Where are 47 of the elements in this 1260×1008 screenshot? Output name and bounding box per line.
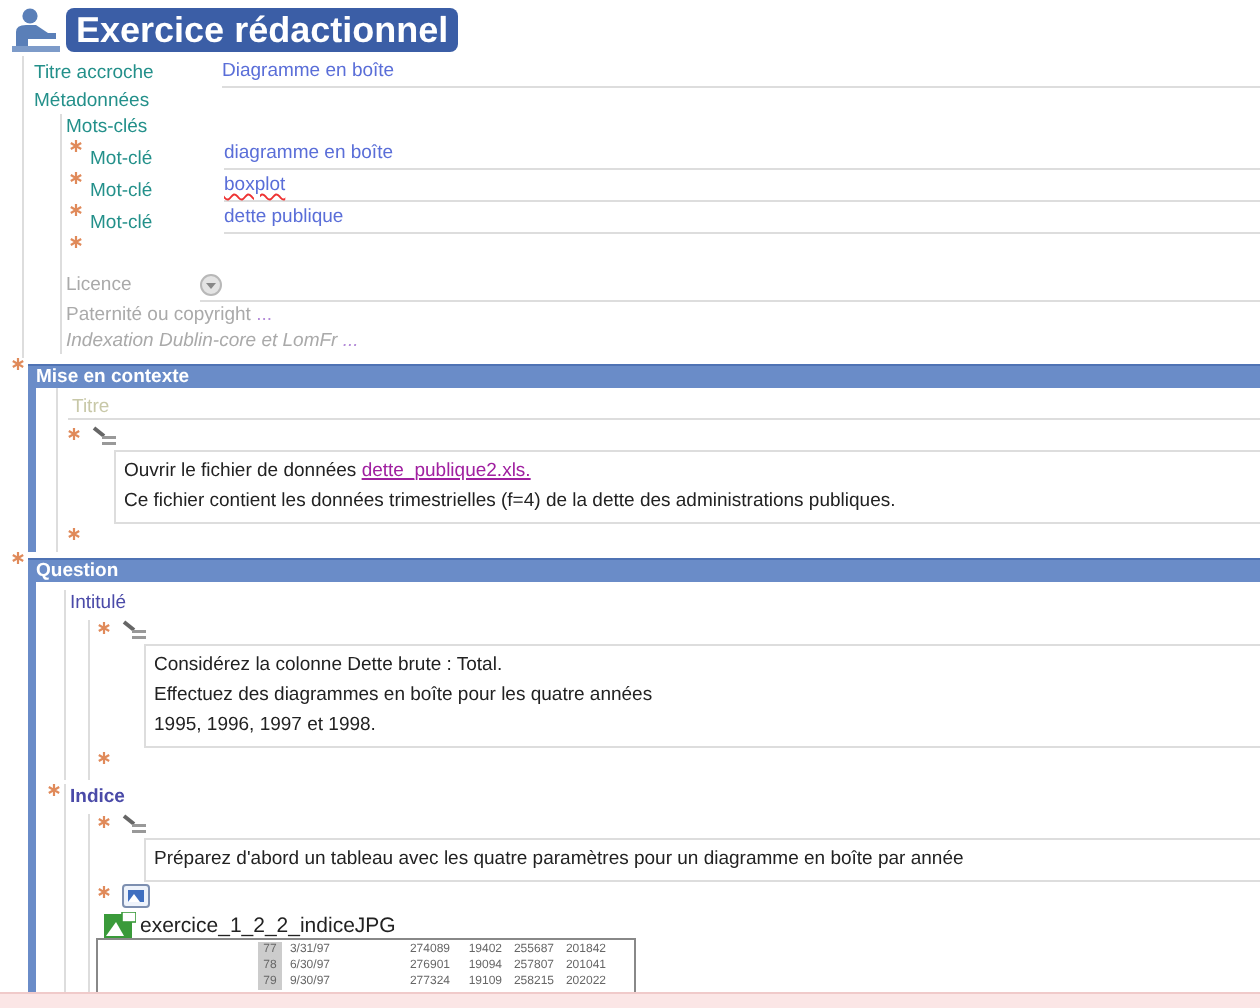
title-field[interactable]: Diagramme en boîte [222, 58, 1260, 88]
field-label: Titre accroche [34, 62, 156, 84]
paragraph: Considérez la colonne Dette brute : Total. [154, 652, 505, 680]
document-title: Exercice rédactionnel [66, 8, 459, 52]
person-at-desk-icon [8, 8, 60, 52]
asterisk-icon[interactable] [98, 886, 110, 898]
asterisk-icon[interactable] [68, 428, 80, 440]
paragraph: Préparez d'abord un tableau avec les quatre paramètres pour un diagramme en boîte par année [154, 846, 966, 874]
paragraph: Effectuez des diagrammes en boîte pour les quatre années [154, 682, 655, 710]
field-label: Licence [66, 274, 134, 296]
field-label: Mot-clé [90, 212, 155, 234]
jpg-file-icon [104, 912, 136, 938]
asterisk-icon[interactable] [98, 816, 110, 828]
asterisk-icon[interactable] [98, 622, 110, 634]
subsection-label: Indice [70, 786, 125, 808]
asterisk-icon[interactable] [12, 552, 24, 564]
paragraph: 1995, 1996, 1997 et 1998. [154, 712, 378, 740]
paragraph: Ce fichier contient les données trimestrielles (f=4) de la dette des administrations publiques. [124, 488, 898, 516]
file-name: exercice_1_2_2_indiceJPG [140, 913, 396, 937]
asterisk-icon[interactable] [98, 752, 110, 764]
text-block-icon[interactable] [122, 814, 146, 834]
keyword-field[interactable]: dette publique [224, 204, 1260, 234]
section-header: Question [28, 558, 1260, 582]
asterisk-icon[interactable] [48, 784, 60, 796]
keyword-field[interactable]: diagramme en boîte [224, 140, 1260, 170]
asterisk-icon[interactable] [68, 528, 80, 540]
section-label: Métadonnées [34, 88, 152, 114]
section-header: Mise en contexte [28, 364, 1260, 388]
title-field[interactable]: Titre [68, 396, 1260, 420]
metadata-link[interactable]: Paternité ou copyright ... [66, 302, 1260, 328]
image-icon[interactable] [122, 884, 150, 908]
asterisk-icon[interactable] [12, 358, 24, 370]
asterisk-icon[interactable] [70, 204, 82, 216]
asterisk-icon[interactable] [70, 172, 82, 184]
text-block-icon[interactable] [122, 620, 146, 640]
keyword-field[interactable]: boxplot [224, 172, 1260, 202]
file-link[interactable]: dette_publique2.xls. [361, 460, 531, 482]
asterisk-icon[interactable] [70, 236, 82, 248]
field-label: Mot-clé [90, 148, 155, 170]
asterisk-icon[interactable] [70, 140, 82, 152]
paragraph: Ouvrir le fichier de données dette_publique2.xls. [124, 458, 533, 486]
text-block-icon[interactable] [92, 426, 116, 446]
field-label: Mot-clé [90, 180, 155, 202]
dropdown-icon[interactable] [200, 273, 222, 295]
metadata-link[interactable]: Indexation Dublin-core et LomFr ... [66, 328, 1260, 354]
subsection-label: Intitulé [70, 592, 126, 614]
section-label: Mots-clés [66, 114, 150, 140]
